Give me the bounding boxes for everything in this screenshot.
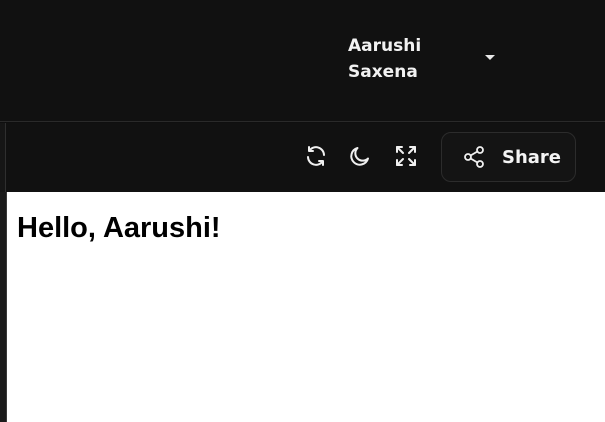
share-button[interactable]: Share <box>441 132 576 182</box>
fullscreen-icon[interactable] <box>393 143 419 169</box>
preview-pane: Hello, Aarushi! <box>6 192 605 422</box>
top-bar: Aarushi Saxena <box>0 0 605 122</box>
user-name: Aarushi Saxena <box>348 36 422 82</box>
share-label: Share <box>502 146 562 168</box>
share-icon <box>464 146 484 168</box>
toolbar: Share <box>0 123 605 192</box>
left-panel-edge <box>0 123 6 192</box>
user-menu[interactable]: Aarushi Saxena <box>340 30 505 92</box>
moon-icon[interactable] <box>347 143 373 169</box>
chevron-down-icon[interactable] <box>485 55 495 60</box>
refresh-icon[interactable] <box>303 143 329 169</box>
greeting-heading: Hello, Aarushi! <box>17 212 221 244</box>
